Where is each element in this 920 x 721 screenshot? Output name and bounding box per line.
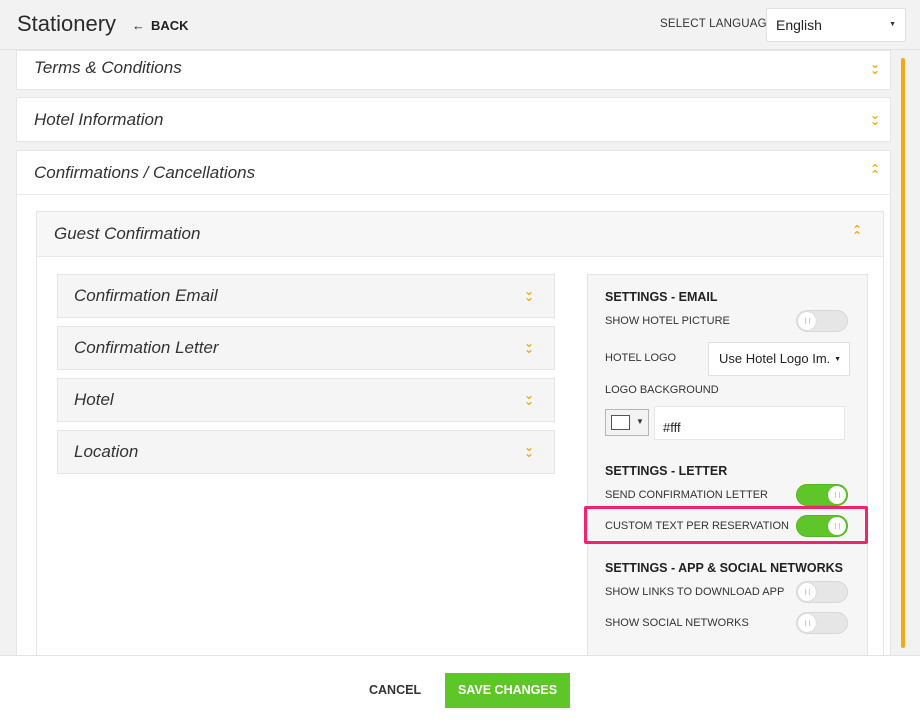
- chevron-double-down-icon: ⌄ ⌄: [524, 388, 535, 408]
- toggle-knob: [828, 486, 846, 504]
- settings-app-title: SETTINGS - APP & SOCIAL NETWORKS: [605, 561, 843, 575]
- guest-confirmation-panel: Guest Confirmation ⌄ ⌄ Confirmation Email…: [36, 211, 884, 671]
- sub-item-label: Location: [74, 442, 139, 461]
- color-swatch: [611, 415, 630, 430]
- language-select[interactable]: English ▼: [766, 8, 906, 42]
- sub-item-label: Confirmation Letter: [74, 338, 219, 357]
- send-confirmation-letter-toggle[interactable]: [796, 484, 848, 506]
- sub-item-label: Confirmation Email: [74, 286, 218, 305]
- show-links-download-app-label: SHOW LINKS TO DOWNLOAD APP: [605, 586, 785, 598]
- logo-background-label: LOGO BACKGROUND: [605, 384, 719, 396]
- chevron-double-down-icon: ⌄ ⌄: [870, 57, 881, 77]
- guest-confirmation-title: Guest Confirmation: [54, 224, 201, 243]
- accordion-terms-title: Terms & Conditions: [34, 58, 182, 77]
- save-changes-button[interactable]: SAVE CHANGES: [445, 673, 570, 708]
- show-hotel-picture-toggle[interactable]: [796, 310, 848, 332]
- settings-panel: SETTINGS - EMAIL SHOW HOTEL PICTURE HOTE…: [587, 274, 868, 656]
- sub-item-confirmation-email[interactable]: Confirmation Email ⌄ ⌄: [57, 274, 555, 318]
- toggle-knob: [798, 583, 816, 601]
- send-confirmation-letter-label: SEND CONFIRMATION LETTER: [605, 489, 768, 501]
- chevron-double-down-icon: ⌄ ⌄: [870, 108, 881, 128]
- language-value: English: [776, 17, 822, 33]
- chevron-double-down-icon: ⌄ ⌄: [524, 284, 535, 304]
- accordion-confirmations: Confirmations / Cancellations ⌄ ⌄ Guest C…: [16, 150, 891, 671]
- accordion-confirmations-title: Confirmations / Cancellations: [34, 163, 256, 182]
- back-button[interactable]: ← BACK: [132, 18, 189, 33]
- highlight-box: [584, 506, 868, 544]
- scrollbar-thumb[interactable]: [901, 58, 905, 648]
- page-title: Stationery: [17, 11, 117, 36]
- settings-letter-title: SETTINGS - LETTER: [605, 464, 728, 478]
- top-header: Stationery ← BACK SELECT LANGUAGE Englis…: [0, 0, 920, 50]
- cancel-button[interactable]: CANCEL: [369, 683, 421, 697]
- chevron-double-up-icon: ⌄ ⌄: [852, 222, 863, 242]
- sub-item-label: Hotel: [74, 390, 114, 409]
- chevron-double-down-icon: ⌄ ⌄: [524, 440, 535, 460]
- color-picker-button[interactable]: ▼: [605, 409, 649, 436]
- show-links-download-app-toggle[interactable]: [796, 581, 848, 603]
- chevron-double-up-icon: ⌄ ⌄: [870, 161, 881, 181]
- accordion-hotel-information[interactable]: Hotel Information ⌄ ⌄: [16, 97, 891, 142]
- language-label: SELECT LANGUAGE: [660, 18, 775, 30]
- guest-confirmation-header[interactable]: Guest Confirmation ⌄ ⌄: [37, 212, 883, 257]
- sub-item-hotel[interactable]: Hotel ⌄ ⌄: [57, 378, 555, 422]
- footer-bar: CANCEL SAVE CHANGES: [0, 655, 920, 721]
- show-social-networks-label: SHOW SOCIAL NETWORKS: [605, 617, 749, 629]
- caret-down-icon: ▼: [636, 417, 644, 426]
- logo-background-input[interactable]: [654, 406, 845, 440]
- back-label: BACK: [151, 18, 189, 33]
- show-social-networks-toggle[interactable]: [796, 612, 848, 634]
- hotel-logo-label: HOTEL LOGO: [605, 352, 677, 364]
- chevron-double-down-icon: ⌄ ⌄: [524, 336, 535, 356]
- sub-item-location[interactable]: Location ⌄ ⌄: [57, 430, 555, 474]
- accordion-terms[interactable]: Terms & Conditions ⌄ ⌄: [16, 50, 891, 90]
- hotel-logo-select[interactable]: Use Hotel Logo Im. ▼: [708, 342, 850, 376]
- sub-item-confirmation-letter[interactable]: Confirmation Letter ⌄ ⌄: [57, 326, 555, 370]
- caret-down-icon: ▼: [834, 356, 841, 363]
- settings-email-title: SETTINGS - EMAIL: [605, 290, 718, 304]
- toggle-knob: [798, 614, 816, 632]
- toggle-knob: [798, 312, 816, 330]
- accordion-hotel-information-title: Hotel Information: [34, 110, 164, 129]
- arrow-left-icon: ←: [132, 18, 145, 33]
- caret-down-icon: ▼: [889, 21, 896, 28]
- hotel-logo-value: Use Hotel Logo Im.: [719, 351, 831, 366]
- accordion-confirmations-header[interactable]: Confirmations / Cancellations ⌄ ⌄: [17, 151, 890, 195]
- show-hotel-picture-label: SHOW HOTEL PICTURE: [605, 315, 730, 327]
